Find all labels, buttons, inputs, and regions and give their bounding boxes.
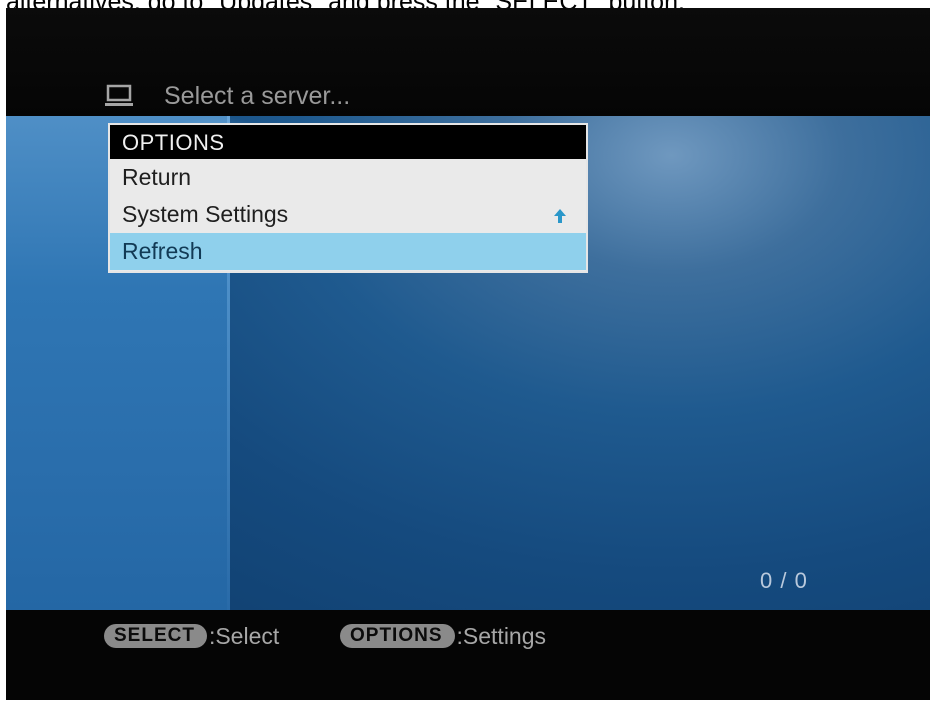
menu-item-refresh[interactable]: Refresh: [110, 233, 586, 270]
select-key-badge: SELECT: [104, 624, 207, 648]
tv-screen: Select a server... 0 / 0 OPTIONS Return …: [6, 8, 930, 700]
page-title: Select a server...: [164, 82, 351, 110]
up-arrow-icon: [554, 209, 566, 223]
options-key-badge: OPTIONS: [340, 624, 455, 648]
options-menu-title: OPTIONS: [110, 125, 586, 159]
hint-options: OPTIONS :Settings: [340, 622, 546, 650]
menu-item-label: Return: [122, 164, 192, 190]
footer-bar: SELECT :Select OPTIONS :Settings: [6, 610, 930, 700]
options-menu: OPTIONS Return System Settings Refresh: [108, 123, 588, 273]
menu-item-label: System Settings: [122, 201, 289, 227]
menu-item-label: Refresh: [122, 238, 203, 264]
page: alternatives, go to "Updates" and press …: [0, 0, 932, 702]
menu-item-system-settings[interactable]: System Settings: [110, 196, 586, 233]
menu-item-return[interactable]: Return: [110, 159, 586, 196]
hint-label: :Select: [208, 622, 280, 649]
title-bar: Select a server...: [6, 8, 930, 116]
hint-label: :Settings: [456, 622, 547, 649]
laptop-icon: [105, 84, 133, 106]
hint-select: SELECT :Select: [104, 622, 279, 650]
item-counter: 0 / 0: [760, 568, 808, 593]
